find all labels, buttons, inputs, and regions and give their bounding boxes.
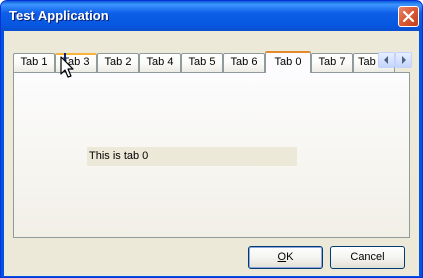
ok-label: K [286, 251, 294, 263]
scroll-right-button[interactable] [395, 52, 412, 68]
title-bar[interactable]: Test Application [1, 1, 422, 31]
ok-mnemonic: O [277, 251, 287, 263]
ok-button[interactable]: OK [248, 246, 323, 269]
tab-label: Tab [358, 56, 376, 68]
cancel-label: Cancel [350, 251, 385, 263]
scroll-left-icon [384, 56, 388, 64]
tab-content-label: This is tab 0 [87, 147, 297, 166]
close-icon [403, 11, 414, 22]
tab-scroll-arrows [378, 52, 412, 68]
tab-page: This is tab 0 [13, 72, 410, 238]
tab-0[interactable]: Tab 0 [265, 51, 311, 73]
app-window: Test Application Tab 1 Tab 3 Tab 2 Tab 4… [0, 0, 423, 278]
mouse-cursor-icon [60, 56, 74, 78]
tab-1[interactable]: Tab 1 [13, 53, 55, 72]
tab-7[interactable]: Tab 7 [311, 53, 353, 72]
tab-4[interactable]: Tab 4 [139, 53, 181, 72]
tab-label: Tab 7 [318, 56, 346, 68]
tab-6[interactable]: Tab 6 [223, 53, 265, 72]
tab-5[interactable]: Tab 5 [181, 53, 223, 72]
tab-label: Tab 6 [230, 56, 258, 68]
window-title: Test Application [9, 8, 109, 23]
tab-2[interactable]: Tab 2 [97, 53, 139, 72]
tab-label: Tab 1 [20, 56, 48, 68]
scroll-left-button[interactable] [378, 52, 395, 68]
tab-label: Tab 0 [274, 56, 302, 68]
tab-label: Tab 5 [188, 56, 216, 68]
tab-label: Tab 4 [146, 56, 174, 68]
close-button[interactable] [398, 6, 419, 27]
cancel-button[interactable]: Cancel [330, 246, 405, 269]
tab-label: Tab 2 [104, 56, 132, 68]
scroll-right-icon [402, 56, 406, 64]
